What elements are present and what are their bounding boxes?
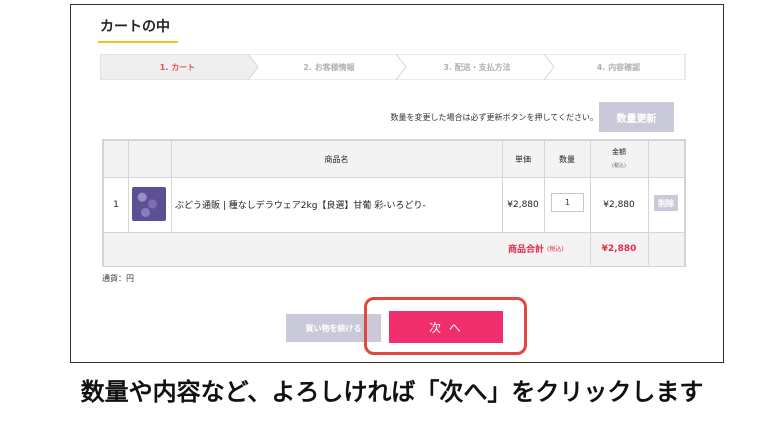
- quantity-input[interactable]: 1: [551, 193, 584, 212]
- title-underline: [98, 41, 178, 43]
- total-tax-note: (税込): [547, 246, 564, 253]
- update-notice: 数量を変更した場合は必ず更新ボタンを押してください。: [390, 113, 598, 122]
- step-cart: 1. カート: [159, 62, 196, 72]
- row-index: 1: [113, 199, 119, 210]
- grape-product-thumbnail[interactable]: [132, 187, 166, 221]
- line-amount: ¥2,880: [603, 199, 635, 210]
- currency-note: 通貨：円: [102, 274, 134, 283]
- instruction-caption: 数量や内容など、よろしければ「次へ」をクリックします: [80, 378, 704, 406]
- header-quantity: 数量: [559, 154, 575, 164]
- checkout-steps: 1. カート 2. お客様情報 3. 配送・支払方法 4. 内容確認: [100, 54, 686, 80]
- page-title: カートの中: [100, 19, 170, 35]
- column-divider: [648, 141, 649, 265]
- delete-item-button[interactable]: 削除: [654, 195, 678, 211]
- column-divider: [128, 141, 129, 232]
- step-confirm: 4. 内容確認: [596, 62, 641, 72]
- total-value: ¥2,880: [601, 243, 637, 254]
- next-button-highlight: [364, 297, 527, 355]
- header-unit-price: 単価: [515, 154, 531, 164]
- cart-table: 商品名 単価 数量 金額 (税込) 1 ぶどう通販 | 種なしデラウェア2kg【…: [102, 139, 686, 267]
- header-product-name: 商品名: [324, 154, 349, 164]
- update-quantity-button[interactable]: 数量更新: [599, 102, 674, 132]
- step-shipping-payment: 3. 配送・支払方法: [443, 62, 511, 72]
- product-name-link[interactable]: ぶどう通販 | 種なしデラウェア2kg【良選】甘葡 彩-いろどり-: [175, 177, 500, 232]
- unit-price: ¥2,880: [507, 199, 539, 210]
- total-label: 商品合計: [507, 245, 544, 255]
- header-amount: 金額: [612, 148, 626, 156]
- step-customer-info: 2. お客様情報: [303, 62, 355, 72]
- header-amount-tax-note: (税込): [612, 162, 626, 169]
